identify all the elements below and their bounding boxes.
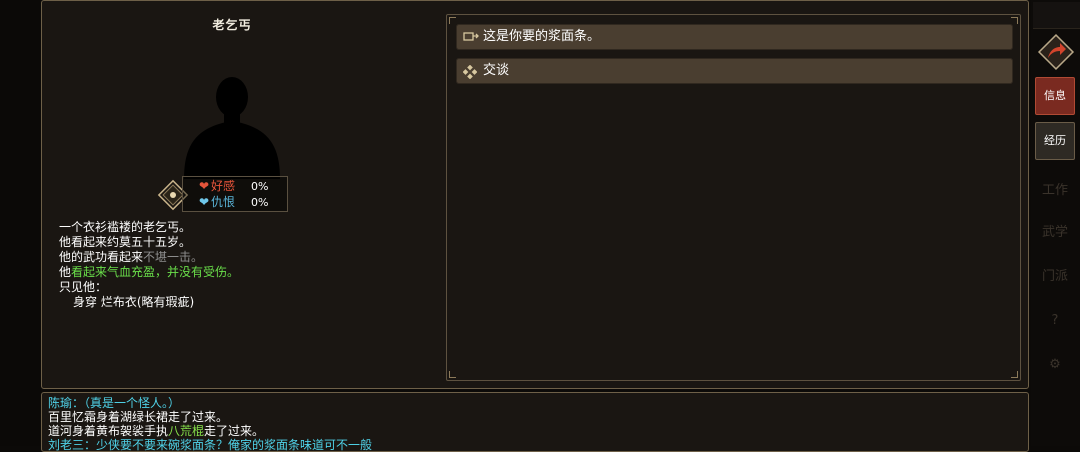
favor-row: ❤ 好感 0% — [199, 179, 268, 194]
npc-description: 一个衣衫褴褛的老乞丐。 他看起来约莫五十五岁。 他的武功看起来不堪一击。 他看起… — [59, 220, 239, 310]
log-line: 陈瑜：（真是一个怪人。） — [48, 396, 181, 410]
left-backdrop — [0, 0, 41, 446]
talk-diamond-icon — [463, 65, 477, 79]
npc-info-panel: 老乞丐 ❤ 好感 0% ❤ 仇恨 0% 一个衣衫褴褛的老乞丐。 他看起来约莫五十五岁。 … — [41, 0, 1029, 389]
hatred-row: ❤ 仇恨 0% — [199, 195, 268, 210]
right-sidebar: 信息 经历 工作 武学 门派 ? ⚙ — [1031, 0, 1080, 446]
log-line: 刘老三：少侠要不要来碗浆面条？俺家的浆面条味道可不一般 — [48, 438, 373, 452]
settings-icon[interactable]: ⚙ — [1036, 346, 1074, 384]
heart-icon: ❤ — [199, 195, 210, 209]
sidebar-sect-icon[interactable]: 门派 — [1036, 258, 1074, 296]
martial-level-text: 不堪一击。 — [143, 250, 204, 264]
frame-corner — [449, 371, 456, 378]
description-line: 一个衣衫褴褛的老乞丐。 — [59, 220, 192, 234]
sidebar-tab-experience[interactable]: 经历 — [1035, 122, 1075, 160]
frame-corner — [1011, 17, 1018, 24]
hatred-value: 0% — [251, 196, 269, 209]
favor-label: 好感 — [211, 179, 236, 193]
share-arrow-icon[interactable] — [1036, 33, 1076, 71]
frame-corner — [1011, 371, 1018, 378]
message-log-panel[interactable]: 陈瑜：（真是一个怪人。） 百里忆霜身着湖绿长裙走了过来。 道河身着黄布袈裟手执八… — [41, 392, 1029, 452]
description-line: 他看起来气血充盈，并没有受伤。 — [59, 265, 239, 280]
npc-silhouette-portrait — [184, 77, 280, 179]
description-line: 他看起来约莫五十五岁。 — [59, 235, 192, 249]
favor-value: 0% — [251, 180, 269, 193]
weapon-name: 八荒棍 — [168, 424, 205, 438]
description-prefix: 他的武功看起来 — [59, 250, 144, 264]
dialog-option-label: 这是你要的浆面条。 — [483, 29, 601, 44]
message-log: 陈瑜：（真是一个怪人。） 百里忆霜身着湖绿长裙走了过来。 道河身着黄布袈裟手执八… — [48, 396, 372, 452]
hatred-label: 仇恨 — [211, 195, 236, 209]
frame-corner — [449, 17, 456, 24]
health-status-text: 看起来气血充盈，并没有受伤。 — [71, 265, 240, 279]
sidebar-tab-info[interactable]: 信息 — [1035, 77, 1075, 115]
dialog-option-talk[interactable]: 交谈 — [456, 58, 1013, 84]
npc-name: 老乞丐 — [212, 18, 252, 32]
sidebar-header — [1033, 2, 1080, 29]
dialog-options-panel: 这是你要的浆面条。 交谈 — [446, 14, 1021, 381]
log-line: 百里忆霜身着湖绿长裙走了过来。 — [48, 410, 229, 424]
equipment-line: 身穿 烂布衣(略有瑕疵) — [73, 295, 195, 309]
dialog-option-label: 交谈 — [483, 63, 510, 78]
log-text: 走了过来。 — [204, 424, 265, 438]
give-item-icon — [463, 32, 479, 41]
relationship-box: ❤ 好感 0% ❤ 仇恨 0% — [182, 176, 288, 212]
description-line: 他的武功看起来不堪一击。 — [59, 250, 239, 265]
log-text: 道河身着黄布袈裟手执 — [48, 424, 169, 438]
sidebar-martial-icon[interactable]: 武学 — [1036, 214, 1074, 252]
sidebar-work-icon[interactable]: 工作 — [1036, 172, 1074, 210]
help-icon[interactable]: ? — [1036, 302, 1074, 340]
log-line: 道河身着黄布袈裟手执八荒棍走了过来。 — [48, 424, 372, 438]
heart-icon: ❤ — [199, 179, 210, 193]
dialog-option-give-noodles[interactable]: 这是你要的浆面条。 — [456, 24, 1013, 50]
description-prefix: 他 — [59, 265, 72, 279]
description-line: 只见他： — [59, 280, 108, 294]
